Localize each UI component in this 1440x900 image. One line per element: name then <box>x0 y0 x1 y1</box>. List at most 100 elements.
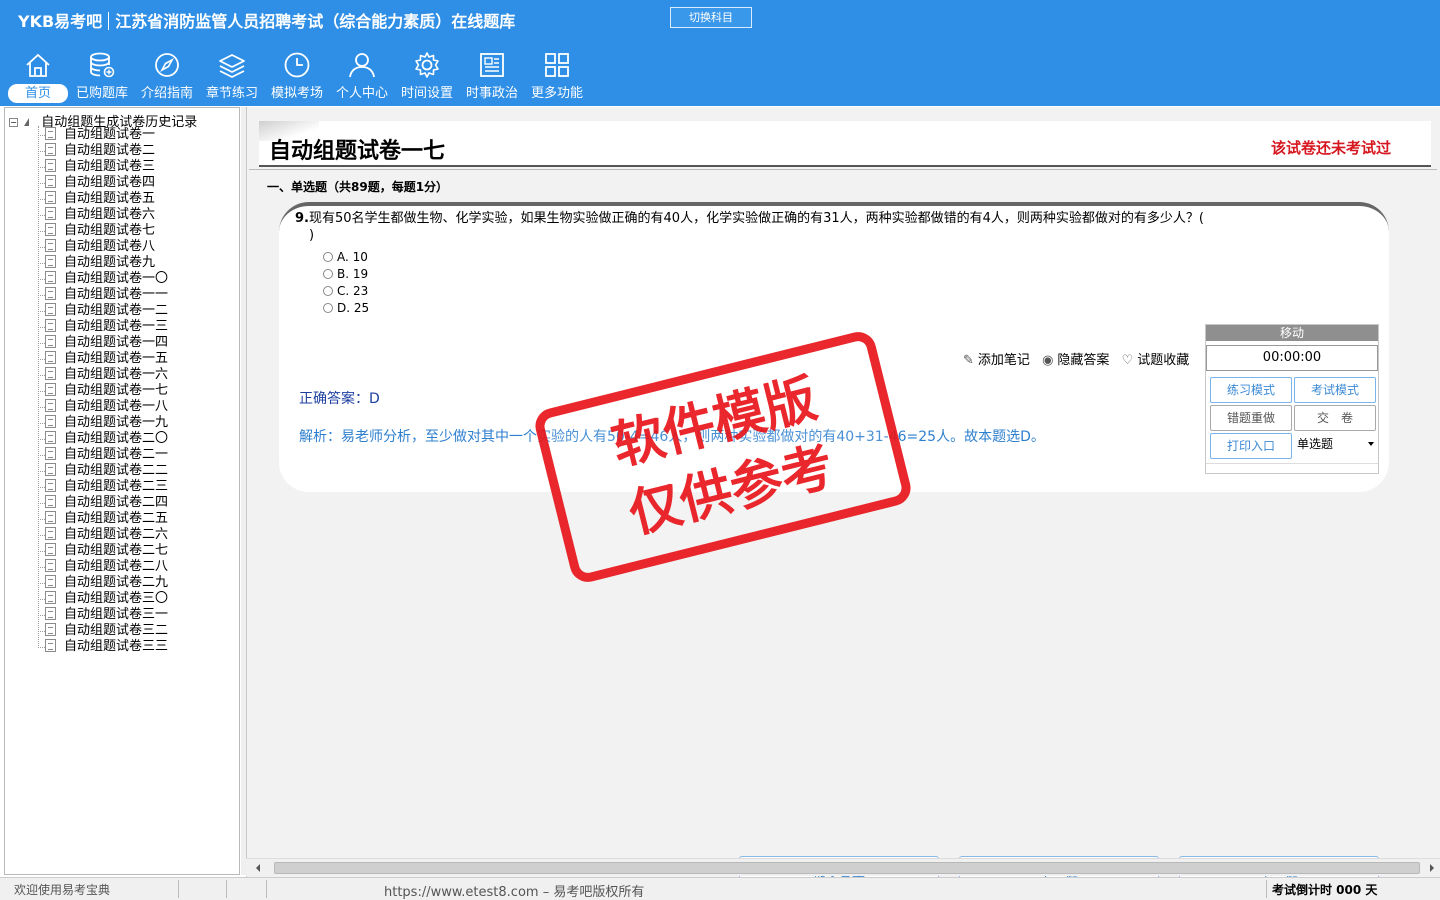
compass-icon <box>155 53 179 77</box>
tree-item[interactable]: 自动组题试卷四 <box>45 175 155 191</box>
tree-item[interactable]: 自动组题试卷一〇 <box>45 271 168 287</box>
document-icon <box>45 431 56 444</box>
tree-item[interactable]: 自动组题试卷二 <box>45 143 155 159</box>
triangle-icon <box>24 118 30 126</box>
option-b[interactable]: B. 19 <box>323 267 368 281</box>
nav-guide[interactable]: 介绍指南 <box>135 46 199 104</box>
user-icon <box>349 53 375 78</box>
tree-item[interactable]: 自动组题试卷三一 <box>45 607 168 623</box>
scroll-left-icon[interactable] <box>256 864 260 872</box>
tree-item-label: 自动组题试卷一五 <box>64 351 169 366</box>
tree-item[interactable]: 自动组题试卷二七 <box>45 543 168 559</box>
nav-label: 介绍指南 <box>140 86 193 101</box>
nav-chapter[interactable]: 章节练习 <box>200 46 264 104</box>
nav-politics[interactable]: 时事政治 <box>460 46 524 104</box>
tree-item[interactable]: 自动组题试卷八 <box>45 239 155 255</box>
tree-item-label: 自动组题试卷二一 <box>64 447 169 462</box>
timer-drag-handle[interactable]: 移动 <box>1206 325 1378 341</box>
tree-item[interactable]: 自动组题试卷七 <box>45 223 155 239</box>
tree-item[interactable]: 自动组题试卷一八 <box>45 399 168 415</box>
timer-clock: 00:00:00 <box>1206 345 1378 371</box>
tree-item[interactable]: 自动组题试卷二四 <box>45 495 168 511</box>
tree-item[interactable]: 自动组题试卷三〇 <box>45 591 168 607</box>
radio-icon[interactable] <box>323 252 333 262</box>
radio-icon[interactable] <box>323 269 333 279</box>
document-icon <box>45 319 56 332</box>
tree-item[interactable]: 自动组题试卷一一 <box>45 287 168 303</box>
option-d[interactable]: D. 25 <box>323 301 369 315</box>
tree-item[interactable]: 自动组题试卷二三 <box>45 479 168 495</box>
title-divider <box>108 12 110 30</box>
radio-icon[interactable] <box>323 286 333 296</box>
hide-answer-button[interactable]: ◉ 隐藏答案 <box>1042 353 1109 368</box>
question-number: 9. <box>295 211 309 226</box>
scroll-right-icon[interactable] <box>1430 864 1434 872</box>
correct-answer: 正确答案：D <box>299 391 380 407</box>
favorite-button[interactable]: ♡ 试题收藏 <box>1122 353 1190 368</box>
tree-item[interactable]: 自动组题试卷二六 <box>45 527 168 543</box>
tree-item[interactable]: 自动组题试卷二二 <box>45 463 168 479</box>
switch-subject-button[interactable]: 切换科目 <box>670 7 752 28</box>
gear-icon <box>415 52 439 78</box>
tree-item[interactable]: 自动组题试卷二一 <box>45 447 168 463</box>
collapse-icon[interactable]: − <box>9 118 18 127</box>
tree-item[interactable]: 自动组题试卷九 <box>45 255 155 271</box>
status-copyright: https://www.etest8.com – 易考吧版权所有 <box>384 885 645 900</box>
print-button[interactable]: 打印入口 <box>1210 433 1292 459</box>
tree-item-label: 自动组题试卷六 <box>64 207 156 222</box>
tree-guide-line <box>38 375 45 376</box>
option-a[interactable]: A. 10 <box>323 250 368 264</box>
add-note-button[interactable]: ✎ 添加笔记 <box>963 353 1030 368</box>
practice-mode-button[interactable]: 练习模式 <box>1210 377 1292 403</box>
document-icon <box>45 543 56 556</box>
tree-item[interactable]: 自动组题试卷三二 <box>45 623 168 639</box>
tree-guide-line <box>38 391 45 392</box>
tree-item[interactable]: 自动组题试卷一六 <box>45 367 168 383</box>
tree-guide-line <box>38 487 45 488</box>
tree-guide-line <box>38 567 45 568</box>
tree-item[interactable]: 自动组题试卷一九 <box>45 415 168 431</box>
tree-root[interactable]: − 自动组题生成试卷历史记录 <box>9 111 197 130</box>
paper-history-tree[interactable]: − 自动组题生成试卷历史记录 自动组题试卷一 自动组题试卷二 自动组题试卷三 自动组题… <box>4 107 240 875</box>
nav-profile[interactable]: 个人中心 <box>330 46 394 104</box>
nav-label: 个人中心 <box>335 86 388 101</box>
option-label: B. 19 <box>337 267 369 281</box>
nav-label: 时事政治 <box>465 86 518 101</box>
layers-icon <box>219 54 245 78</box>
tree-item[interactable]: 自动组题试卷三 <box>45 159 155 175</box>
exam-mode-button[interactable]: 考试模式 <box>1294 377 1376 403</box>
tree-item-label: 自动组题试卷四 <box>64 175 156 190</box>
option-c[interactable]: C. 23 <box>323 284 368 298</box>
tree-item[interactable]: 自动组题试卷六 <box>45 207 155 223</box>
submit-paper-button[interactable]: 交 卷 <box>1294 405 1376 431</box>
tree-item[interactable]: 自动组题试卷二〇 <box>45 431 168 447</box>
tree-guide-line <box>38 183 45 184</box>
horizontal-scrollbar[interactable] <box>246 858 1440 876</box>
favorite-label: 试题收藏 <box>1137 353 1190 368</box>
redo-wrong-button[interactable]: 错题重做 <box>1210 405 1292 431</box>
tree-item[interactable]: 自动组题试卷一五 <box>45 351 168 367</box>
tree-item-label: 自动组题试卷一三 <box>64 319 169 334</box>
tree-item[interactable]: 自动组题试卷一七 <box>45 383 168 399</box>
nav-more[interactable]: 更多功能 <box>525 46 589 104</box>
question-type-select[interactable]: 单选题 <box>1294 433 1378 457</box>
tree-item[interactable]: 自动组题试卷三三 <box>45 639 168 655</box>
scroll-thumb[interactable] <box>274 862 1420 874</box>
tree-item[interactable]: 自动组题试卷一 <box>45 127 155 143</box>
tree-item[interactable]: 自动组题试卷一二 <box>45 303 168 319</box>
tree-item[interactable]: 自动组题试卷二八 <box>45 559 168 575</box>
question-stem: 现有50名学生都做生物、化学实验，如果生物实验做正确的有40人，化学实验做正确的… <box>308 211 1204 226</box>
nav-home[interactable]: 首页 <box>6 46 70 104</box>
nav-time-settings[interactable]: 时间设置 <box>395 46 459 104</box>
tree-item[interactable]: 自动组题试卷二五 <box>45 511 168 527</box>
tree-item[interactable]: 自动组题试卷五 <box>45 191 155 207</box>
tree-item[interactable]: 自动组题试卷一四 <box>45 335 168 351</box>
nav-purchased[interactable]: 已购题库 <box>70 46 134 104</box>
tree-guide-line <box>38 151 45 152</box>
radio-icon[interactable] <box>323 303 333 313</box>
tree-item[interactable]: 自动组题试卷一三 <box>45 319 168 335</box>
tree-item-label: 自动组题试卷二〇 <box>64 431 169 446</box>
nav-label: 首页 <box>8 84 68 103</box>
tree-item[interactable]: 自动组题试卷二九 <box>45 575 168 591</box>
nav-mock-exam[interactable]: 模拟考场 <box>265 46 329 104</box>
